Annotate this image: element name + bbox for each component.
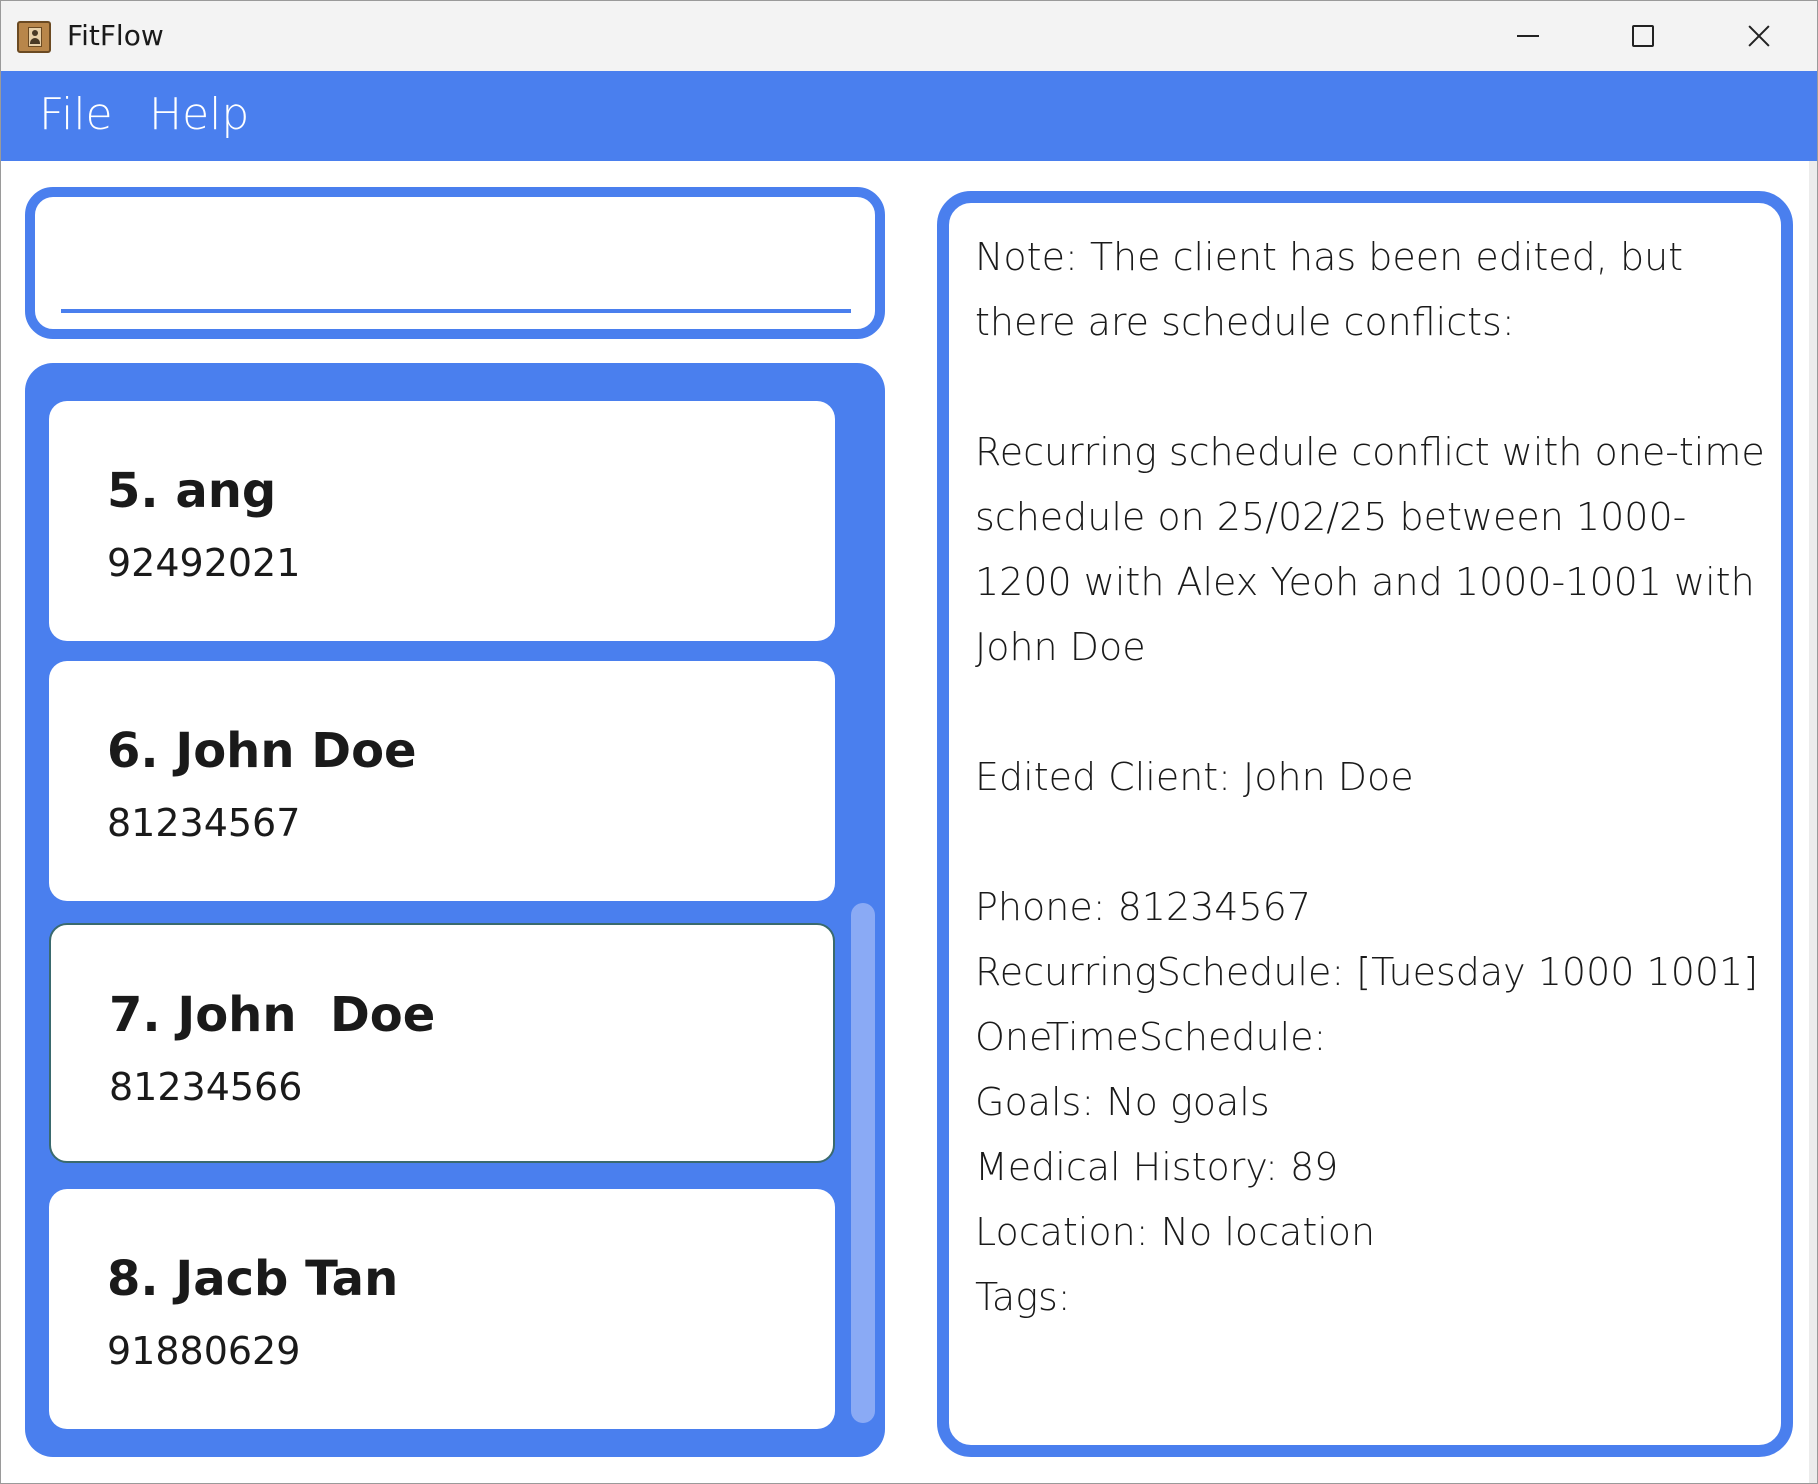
client-phone: 91880629 <box>107 1329 301 1373</box>
window-title: FitFlow <box>67 19 164 52</box>
client-list-panel[interactable]: 5. ang 92492021 6. John Doe 81234567 7. … <box>25 363 885 1457</box>
title-bar[interactable]: FitFlow <box>1 1 1817 71</box>
close-button[interactable] <box>1701 1 1811 71</box>
result-message: Note: The client has been edited, but th… <box>975 235 1765 1319</box>
minimize-button[interactable] <box>1471 1 1581 71</box>
maximize-button[interactable] <box>1585 1 1695 71</box>
client-name: 8. Jacb Tan <box>107 1251 399 1307</box>
result-display[interactable]: Note: The client has been edited, but th… <box>937 191 1793 1457</box>
client-phone: 81234566 <box>109 1065 303 1109</box>
client-card[interactable]: 6. John Doe 81234567 <box>49 661 835 901</box>
command-box <box>25 187 885 339</box>
client-name: 5. ang <box>107 463 277 519</box>
client-phone: 81234567 <box>107 801 301 845</box>
command-input[interactable] <box>61 211 851 313</box>
client-name: 7. John Doe <box>109 987 436 1043</box>
client-card-selected[interactable]: 7. John Doe 81234566 <box>49 923 835 1163</box>
menu-bar: File Help <box>1 71 1817 161</box>
window-scrollbar[interactable] <box>1809 161 1817 1483</box>
client-card[interactable]: 5. ang 92492021 <box>49 401 835 641</box>
menu-file[interactable]: File <box>39 89 113 140</box>
client-phone: 92492021 <box>107 541 301 585</box>
app-window: FitFlow File Help 5. ang 92492021 6. Joh… <box>0 0 1818 1484</box>
contact-person-icon <box>28 27 42 47</box>
address-book-icon <box>17 21 51 53</box>
client-name: 6. John Doe <box>107 723 417 779</box>
client-card[interactable]: 8. Jacb Tan 91880629 <box>49 1189 835 1429</box>
list-scrollbar[interactable] <box>851 903 875 1423</box>
menu-help[interactable]: Help <box>149 89 249 140</box>
